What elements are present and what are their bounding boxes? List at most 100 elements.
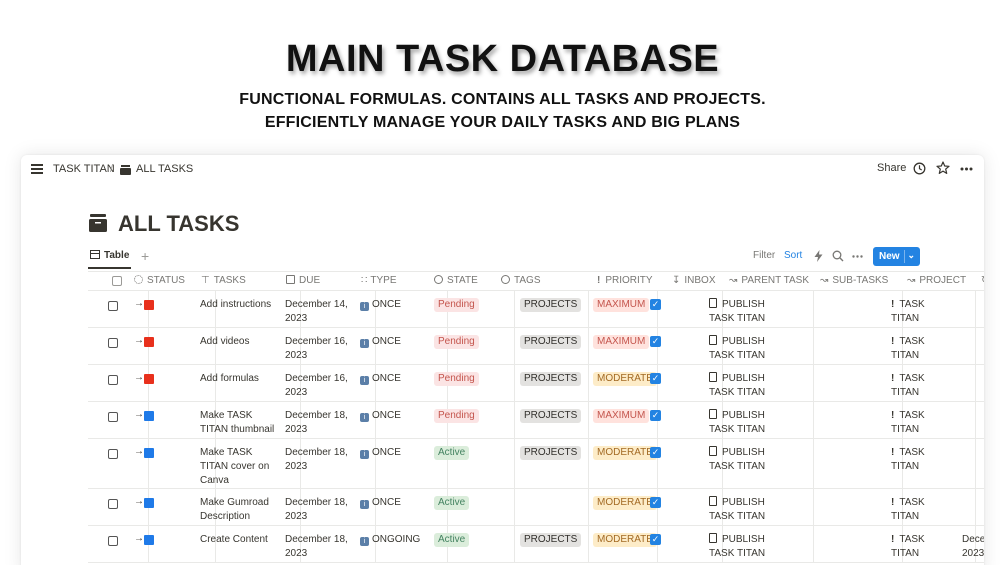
column-priority[interactable]: ! PRIORITY xyxy=(597,275,653,286)
row-select-checkbox[interactable] xyxy=(108,499,118,509)
column-next[interactable]: ↻NE xyxy=(981,275,984,286)
row-select-checkbox[interactable] xyxy=(108,536,118,546)
table-row[interactable]: → Add videos December 16, 2023 i ONCE Pending P… xyxy=(88,328,984,365)
automation-bolt-icon[interactable] xyxy=(814,250,823,262)
column-sub-tasks[interactable]: ↝ SUB-TASKS xyxy=(820,275,888,286)
inbox-checkbox[interactable]: ✓ xyxy=(650,299,661,310)
chevron-down-icon[interactable]: ⌄ xyxy=(907,250,915,261)
parent-task-link[interactable]: PUBLISH TASK TITAN xyxy=(709,409,789,437)
select-all-checkbox[interactable] xyxy=(112,276,122,286)
type-cell[interactable]: i ONCE xyxy=(360,497,401,509)
table-row[interactable]: → Add formulas December 16, 2023 i ONCE Pendin… xyxy=(88,365,984,402)
table-row[interactable]: → Create Content December 18, 2023 i ONGOING A… xyxy=(88,526,984,563)
menu-icon[interactable] xyxy=(31,164,43,174)
type-cell[interactable]: i ONCE xyxy=(360,447,401,459)
row-select-checkbox[interactable] xyxy=(108,412,118,422)
tag-badge[interactable]: PROJECTS xyxy=(520,298,582,312)
column-parent-task[interactable]: ↝ PARENT TASK xyxy=(729,275,809,286)
table-row[interactable]: → Make TASK TITAN thumbnail December 18, 202… xyxy=(88,402,984,439)
due-date[interactable]: December 16, 2023 xyxy=(285,335,355,363)
inbox-checkbox[interactable]: ✓ xyxy=(650,373,661,384)
favorite-star-icon[interactable] xyxy=(936,161,950,175)
row-select-checkbox[interactable] xyxy=(108,375,118,385)
table-row[interactable]: → Make TASK TITAN cover on Canva December 18… xyxy=(88,439,984,489)
type-cell[interactable]: i ONCE xyxy=(360,410,401,422)
task-name[interactable]: Create Content xyxy=(200,533,278,547)
state-badge[interactable]: Active xyxy=(434,446,470,460)
inbox-checkbox[interactable]: ✓ xyxy=(650,336,661,347)
project-link[interactable]: ! TASK TITAN xyxy=(891,335,951,363)
column-status[interactable]: STATUS xyxy=(134,275,185,286)
project-link[interactable]: ! TASK TITAN xyxy=(891,533,951,561)
state-badge[interactable]: Pending xyxy=(434,372,479,386)
breadcrumb-workspace[interactable]: TASK TITAN xyxy=(53,163,115,175)
history-clock-icon[interactable] xyxy=(913,162,926,175)
filter-button[interactable]: Filter xyxy=(753,250,775,261)
priority-badge[interactable]: MODERATE xyxy=(593,446,657,460)
priority-badge[interactable]: MODERATE xyxy=(593,533,657,547)
project-link[interactable]: ! TASK TITAN xyxy=(891,446,951,474)
tag-badge[interactable]: PROJECTS xyxy=(520,335,582,349)
state-badge[interactable]: Active xyxy=(434,533,470,547)
row-select-checkbox[interactable] xyxy=(108,338,118,348)
priority-badge[interactable]: MAXIMUM xyxy=(593,335,650,349)
new-button[interactable]: New ⌄ xyxy=(873,247,920,266)
parent-task-link[interactable]: PUBLISH TASK TITAN xyxy=(709,496,789,524)
column-type[interactable]: ∷ TYPE xyxy=(361,275,397,286)
tag-badge[interactable]: PROJECTS xyxy=(520,372,582,386)
priority-badge[interactable]: MODERATE xyxy=(593,496,657,510)
table-row[interactable]: → Make Gumroad Description December 18, 2023… xyxy=(88,489,984,526)
tag-badge[interactable]: PROJECTS xyxy=(520,409,582,423)
type-cell[interactable]: i ONCE xyxy=(360,373,401,385)
project-link[interactable]: ! TASK TITAN xyxy=(891,496,951,524)
row-select-checkbox[interactable] xyxy=(108,449,118,459)
project-link[interactable]: ! TASK TITAN xyxy=(891,298,951,326)
type-cell[interactable]: i ONCE xyxy=(360,336,401,348)
due-date[interactable]: December 14, 2023 xyxy=(285,298,355,326)
type-cell[interactable]: i ONGOING xyxy=(360,534,420,546)
column-tasks[interactable]: ⊤ TASKS xyxy=(201,275,246,286)
column-state[interactable]: STATE xyxy=(434,275,478,286)
task-name[interactable]: Add instructions xyxy=(200,298,278,312)
inbox-checkbox[interactable]: ✓ xyxy=(650,534,661,545)
next-column-cell[interactable]: Decem 2023 xyxy=(962,533,984,561)
priority-badge[interactable]: MODERATE xyxy=(593,372,657,386)
view-more-icon[interactable] xyxy=(852,255,863,258)
share-button[interactable]: Share xyxy=(877,162,906,174)
project-link[interactable]: ! TASK TITAN xyxy=(891,372,951,400)
task-name[interactable]: Make TASK TITAN thumbnail xyxy=(200,409,278,437)
inbox-checkbox[interactable]: ✓ xyxy=(650,447,661,458)
due-date[interactable]: December 18, 2023 xyxy=(285,409,355,437)
state-badge[interactable]: Pending xyxy=(434,335,479,349)
inbox-checkbox[interactable]: ✓ xyxy=(650,410,661,421)
due-date[interactable]: December 18, 2023 xyxy=(285,496,355,524)
more-options-icon[interactable] xyxy=(960,167,973,171)
due-date[interactable]: December 18, 2023 xyxy=(285,533,355,561)
task-name[interactable]: Make TASK TITAN cover on Canva xyxy=(200,446,278,488)
table-row[interactable]: → Add instructions December 14, 2023 i ONCE Pe… xyxy=(88,291,984,328)
priority-badge[interactable]: MAXIMUM xyxy=(593,409,650,423)
tab-table[interactable]: Table xyxy=(88,245,132,269)
row-select-checkbox[interactable] xyxy=(108,301,118,311)
tag-badge[interactable]: PROJECTS xyxy=(520,446,582,460)
parent-task-link[interactable]: PUBLISH TASK TITAN xyxy=(709,446,789,474)
type-cell[interactable]: i ONCE xyxy=(360,299,401,311)
parent-task-link[interactable]: PUBLISH TASK TITAN xyxy=(709,533,789,561)
column-project[interactable]: ↝ PROJECT xyxy=(907,275,966,286)
state-badge[interactable]: Pending xyxy=(434,298,479,312)
parent-task-link[interactable]: PUBLISH TASK TITAN xyxy=(709,372,789,400)
state-badge[interactable]: Pending xyxy=(434,409,479,423)
due-date[interactable]: December 18, 2023 xyxy=(285,446,355,474)
search-icon[interactable] xyxy=(832,250,844,262)
column-inbox[interactable]: ↧ INBOX xyxy=(672,275,716,286)
column-due[interactable]: DUE xyxy=(286,275,320,286)
project-link[interactable]: ! TASK TITAN xyxy=(891,409,951,437)
sort-button[interactable]: Sort xyxy=(784,250,802,261)
column-tags[interactable]: TAGS xyxy=(501,275,540,286)
parent-task-link[interactable]: PUBLISH TASK TITAN xyxy=(709,298,789,326)
parent-task-link[interactable]: PUBLISH TASK TITAN xyxy=(709,335,789,363)
state-badge[interactable]: Active xyxy=(434,496,470,510)
task-name[interactable]: Add formulas xyxy=(200,372,278,386)
add-view-button[interactable]: + xyxy=(141,248,149,264)
priority-badge[interactable]: MAXIMUM xyxy=(593,298,650,312)
